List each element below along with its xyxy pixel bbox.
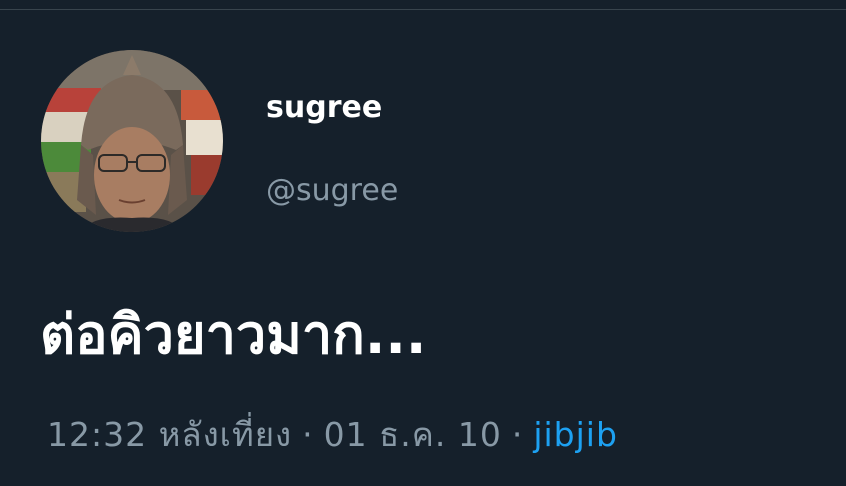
- avatar-image: [41, 50, 223, 232]
- display-name[interactable]: sugree: [266, 88, 382, 128]
- meta-separator: ·: [511, 415, 524, 454]
- tweet-source-link[interactable]: jibjib: [533, 415, 618, 454]
- avatar[interactable]: [41, 50, 223, 232]
- handle[interactable]: @sugree: [266, 171, 398, 211]
- tweet-meta: 12:32 หลังเที่ยง · 01 ธ.ค. 10 · jibjib: [47, 413, 618, 457]
- tweet-time[interactable]: 12:32 หลังเที่ยง: [47, 415, 292, 454]
- tweet-text: ต่อคิวยาวมาก...: [40, 303, 427, 366]
- tweet-date[interactable]: 01 ธ.ค. 10: [324, 415, 502, 454]
- top-divider: [0, 9, 846, 10]
- meta-separator: ·: [302, 415, 314, 454]
